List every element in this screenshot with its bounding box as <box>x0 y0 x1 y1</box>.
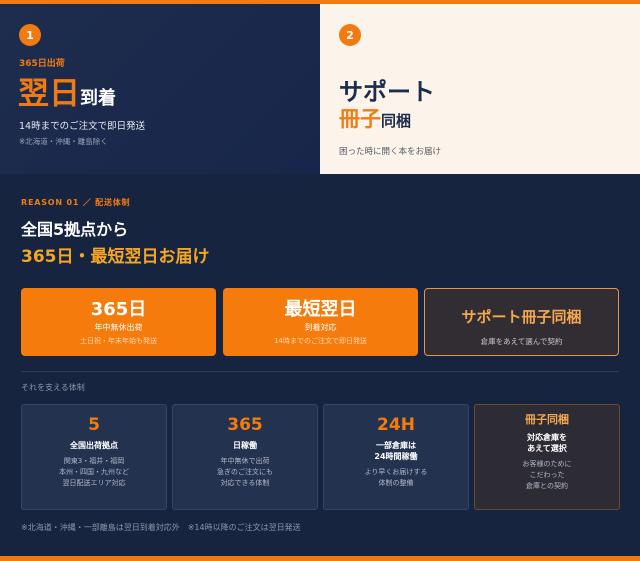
label-line: あえて選択 <box>527 444 567 453</box>
highlight-card-booklet: サポート冊子同梱 倉庫をあえて選んで契約 <box>424 288 619 356</box>
desc-line: 倉庫との契約 <box>526 482 568 490</box>
footnote: ※北海道・沖縄・一部離島は翌日到着対応外 ※14時以降のご注文は翌日発送 <box>21 523 301 532</box>
stat-box-days: 365 日稼働 年中無休で出荷 急ぎのご注文にも 対応できる体制 <box>172 404 318 510</box>
panel-heading-line2: 冊子同梱 <box>339 103 411 133</box>
stat-label: 日稼働 <box>233 441 257 450</box>
desc-line: 翌日配送エリア対応 <box>62 479 126 487</box>
desc-line: こだわった <box>529 471 565 479</box>
card-line: 倉庫をあえて選んで契約 <box>480 337 563 346</box>
stat-description: より早くお届けする 体制の整備 <box>324 467 468 489</box>
panel-heading-accent: 冊子 <box>339 107 381 131</box>
stat-description: 年中無休で出荷 急ぎのご注文にも 対応できる体制 <box>173 456 317 489</box>
stat-box-hubs: 5 全国出荷拠点 関東3・福井・福岡 本州・四国・九州など 翌日配送エリア対応 <box>21 404 167 510</box>
label-line: 対応倉庫を <box>527 433 567 442</box>
card-subline: 14時までのご注文で即日発送 <box>274 337 367 345</box>
card-line: 年中無休出荷 <box>94 323 143 332</box>
stat-value: 5 <box>88 415 100 435</box>
label-line: 一部倉庫は <box>376 441 416 450</box>
highlight-card-next-day: 最短翌日 到着対応 14時までのご注文で即日発送 <box>223 288 418 356</box>
desc-line: 関東3・福井・福岡 <box>63 457 125 465</box>
stat-value: 365 <box>227 415 263 435</box>
stat-label: 全国出荷拠点 <box>70 441 118 450</box>
number-badge: 2 <box>339 24 361 46</box>
card-title: サポート冊子同梱 <box>461 308 582 326</box>
feature-panel-support-booklet: 2 サポート 冊子同梱 困った時に開く本をお届け <box>320 4 640 174</box>
panel-heading-line1: サポート <box>339 78 435 106</box>
stat-description: お客様のために こだわった 倉庫との契約 <box>475 459 619 492</box>
highlight-card-365: 365日 年中無休出荷 土日祝・年末年始も発送 <box>21 288 216 356</box>
stat-box-24h: 24H 一部倉庫は 24時間稼働 より早くお届けする 体制の整備 <box>323 404 469 510</box>
section-heading-1: 全国5拠点から <box>21 220 129 239</box>
stat-description: 関東3・福井・福岡 本州・四国・九州など 翌日配送エリア対応 <box>22 456 166 489</box>
desc-line: 対応できる体制 <box>220 479 270 487</box>
feature-panel-next-day: 1 365日出荷 翌日到着 14時までのご注文で即日発送 ※北海道・沖縄・離島除… <box>0 4 320 174</box>
card-subline: 土日祝・年末年始も発送 <box>80 337 157 345</box>
panel-heading-rest: 到着 <box>80 88 116 109</box>
panel-subtext: 困った時に開く本をお届け <box>339 147 442 157</box>
card-line: 到着対応 <box>304 323 337 332</box>
label-line: 24時間稼働 <box>374 452 418 461</box>
support-label: それを支える体制 <box>21 383 85 392</box>
stat-value: 24H <box>377 415 415 435</box>
desc-line: お客様のために <box>522 460 572 468</box>
desc-line: 年中無休で出荷 <box>220 457 270 465</box>
section-heading-2: 365日・最短翌日お届け <box>21 247 210 267</box>
card-title: 最短翌日 <box>284 299 357 320</box>
desc-line: 体制の整備 <box>378 479 414 487</box>
desc-line: より早くお届けする <box>364 468 428 476</box>
stat-label: 一部倉庫は 24時間稼働 <box>324 440 468 462</box>
stat-label: 対応倉庫を あえて選択 <box>475 432 619 454</box>
section-label: REASON 01 ／ 配送体制 <box>21 198 131 207</box>
stat-box-booklet: 冊子同梱 対応倉庫を あえて選択 お客様のために こだわった 倉庫との契約 <box>474 404 620 510</box>
panel-heading: 翌日到着 <box>18 68 116 113</box>
panel-heading-accent: 翌日 <box>18 76 80 112</box>
bottom-accent-line <box>0 556 640 561</box>
number-badge: 1 <box>19 24 41 46</box>
section-divider <box>21 371 619 372</box>
desc-line: 本州・四国・九州など <box>59 468 129 476</box>
stat-value: 冊子同梱 <box>525 413 569 426</box>
card-title: 365日 <box>90 299 147 320</box>
panel-subtext: 14時までのご注文で即日発送 <box>19 121 146 132</box>
desc-line: 急ぎのご注文にも <box>217 468 273 476</box>
panel-heading-rest: 同梱 <box>381 112 412 130</box>
panel-note: ※北海道・沖縄・離島除く <box>19 137 108 146</box>
